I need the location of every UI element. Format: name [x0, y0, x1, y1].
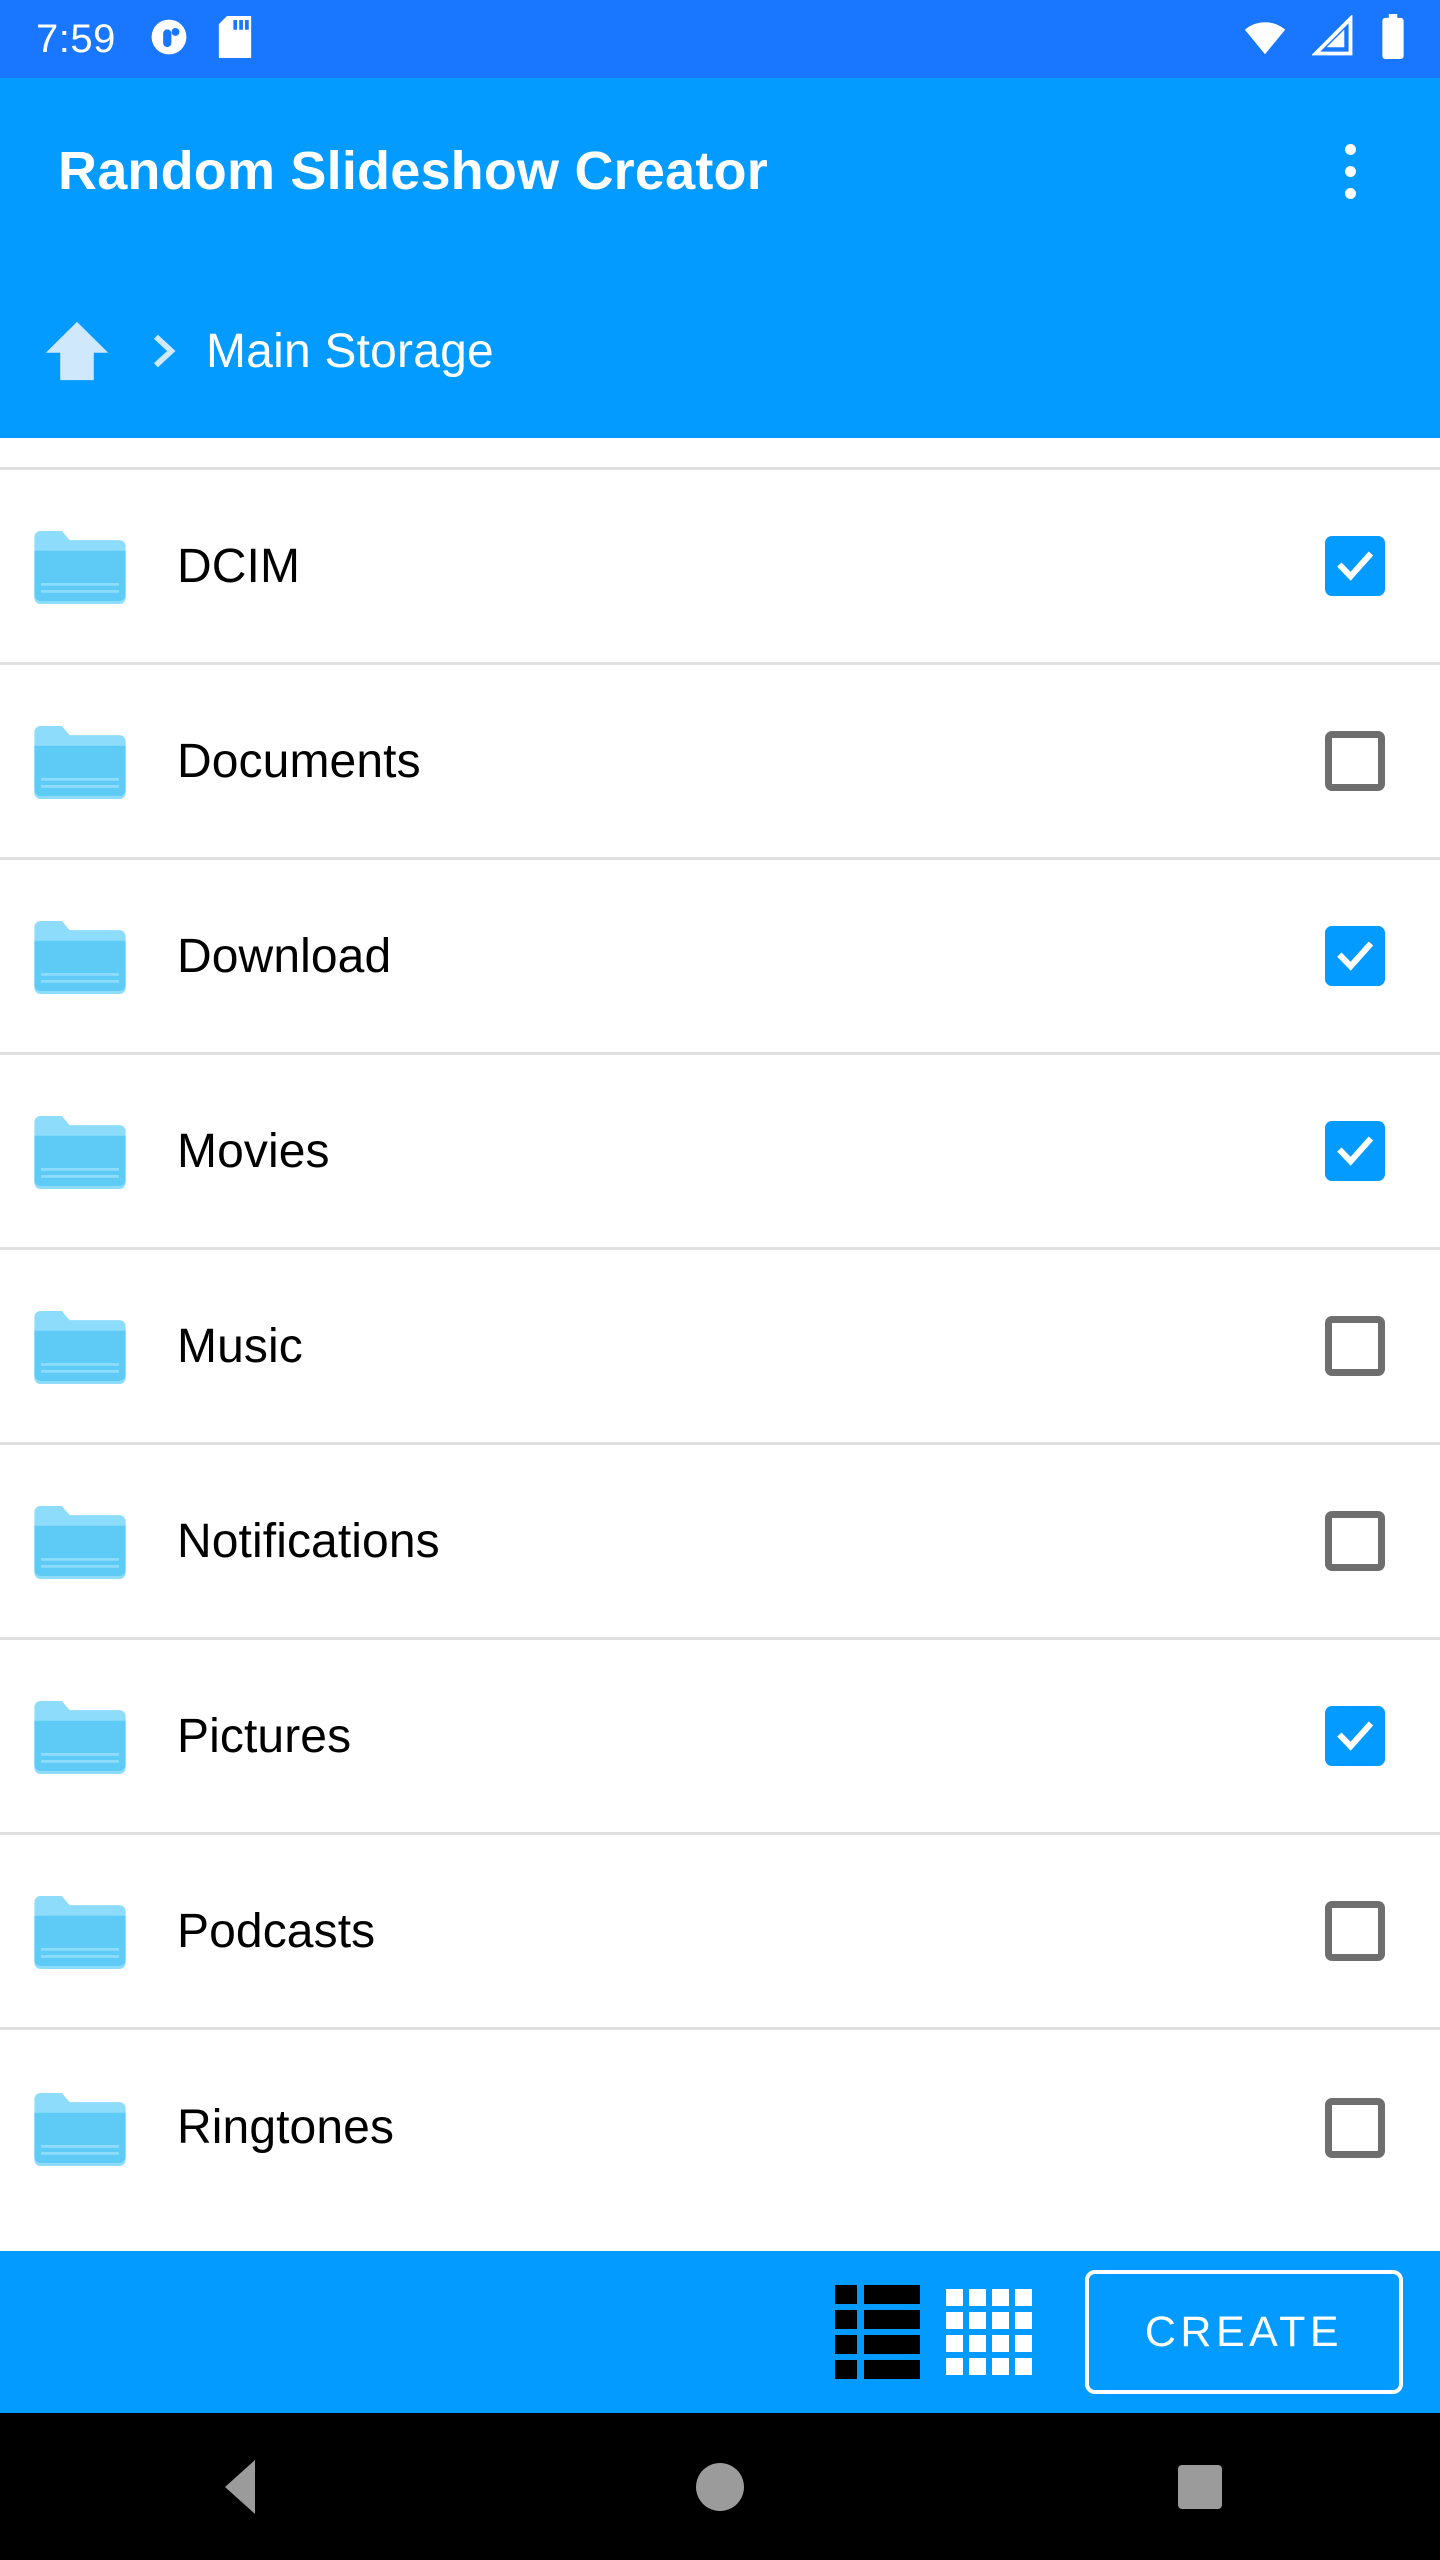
list-view-row	[834, 2310, 920, 2329]
list-view-row	[834, 2360, 920, 2379]
folder-list-item[interactable]: Movies	[0, 1055, 1440, 1250]
status-bar-clock: 7:59	[36, 17, 116, 61]
list-item-partial[interactable]	[0, 438, 1440, 470]
breadcrumb: Main Storage	[0, 264, 1440, 438]
cellular-signal-icon	[1311, 13, 1356, 64]
battery-icon	[1380, 13, 1406, 65]
grid-view-icon[interactable]	[933, 2276, 1045, 2388]
folder-icon	[0, 1698, 155, 1774]
folder-checkbox[interactable]	[1270, 731, 1440, 791]
list-view-row	[834, 2335, 920, 2354]
status-bar: 7:59	[0, 0, 1440, 78]
folder-checkbox[interactable]	[1270, 1511, 1440, 1571]
folder-icon	[0, 1893, 155, 1969]
create-button-label: CREATE	[1144, 2307, 1344, 2356]
create-button[interactable]: CREATE	[1085, 2270, 1403, 2394]
back-triangle-icon[interactable]	[165, 2413, 315, 2560]
folder-icon	[0, 528, 155, 604]
folder-icon	[0, 1503, 155, 1579]
app-notification-icon	[150, 18, 188, 61]
home-icon[interactable]	[34, 308, 120, 394]
folder-checkbox[interactable]	[1270, 536, 1440, 596]
folder-name-label: Movies	[177, 1124, 330, 1178]
folder-list-item[interactable]: Music	[0, 1250, 1440, 1445]
more-vertical-icon[interactable]	[1302, 123, 1398, 219]
checkbox-checked-icon	[1325, 1121, 1385, 1181]
folder-icon	[0, 918, 155, 994]
list-view-glyph	[834, 2285, 920, 2379]
folder-checkbox[interactable]	[1270, 2097, 1440, 2158]
folder-list-item[interactable]: DCIM	[0, 470, 1440, 665]
list-view-icon[interactable]	[821, 2276, 933, 2388]
folder-checkbox[interactable]	[1270, 1706, 1440, 1766]
wifi-icon	[1242, 14, 1288, 65]
sd-card-icon	[218, 15, 252, 63]
folder-checkbox[interactable]	[1270, 926, 1440, 986]
recents-glyph	[1178, 2464, 1222, 2509]
folder-icon	[0, 723, 155, 799]
folder-list-item[interactable]: Ringtones	[0, 2030, 1440, 2225]
folder-list-item[interactable]: Pictures	[0, 1640, 1440, 1835]
status-bar-system-icons	[1242, 13, 1406, 65]
folder-icon	[0, 2090, 155, 2166]
folder-name-label: Music	[177, 1319, 303, 1373]
breadcrumb-path-label[interactable]: Main Storage	[206, 324, 494, 379]
page-title: Random Slideshow Creator	[58, 141, 768, 201]
list-view-row	[834, 2285, 920, 2304]
home-circle-icon[interactable]	[645, 2413, 795, 2560]
overflow-dot	[1344, 143, 1356, 155]
checkbox-checked-icon	[1325, 536, 1385, 596]
folder-list[interactable]: DCIM Documents Download Movies Music Not…	[0, 438, 1440, 2251]
home-glyph	[696, 2462, 744, 2511]
android-navigation-bar	[0, 2413, 1440, 2560]
recents-square-icon[interactable]	[1125, 2413, 1275, 2560]
folder-name-label: Documents	[177, 734, 421, 788]
folder-checkbox[interactable]	[1270, 1901, 1440, 1961]
folder-list-item[interactable]: Notifications	[0, 1445, 1440, 1640]
folder-name-label: DCIM	[177, 539, 301, 593]
grid-view-glyph	[946, 2289, 1032, 2375]
folder-list-item[interactable]: Podcasts	[0, 1835, 1440, 2030]
folder-name-label: Podcasts	[177, 1904, 376, 1958]
overflow-dot	[1344, 165, 1356, 177]
checkbox-unchecked-icon	[1325, 1901, 1385, 1961]
folder-name-label: Notifications	[177, 1514, 440, 1568]
folder-name-label: Pictures	[177, 1709, 352, 1763]
folder-icon	[0, 1308, 155, 1384]
folder-name-label: Download	[177, 929, 392, 983]
overflow-dot	[1344, 187, 1356, 199]
folder-list-item[interactable]: Download	[0, 860, 1440, 1055]
folder-name-label: Ringtones	[177, 2101, 395, 2154]
app-bar: Random Slideshow Creator	[0, 78, 1440, 264]
checkbox-unchecked-icon	[1325, 731, 1385, 791]
checkbox-unchecked-icon	[1325, 1316, 1385, 1376]
back-glyph	[225, 2459, 255, 2514]
folder-list-item[interactable]: Documents	[0, 665, 1440, 860]
checkbox-unchecked-icon	[1325, 1511, 1385, 1571]
checkbox-checked-icon	[1325, 926, 1385, 986]
bottom-action-bar: CREATE	[0, 2251, 1440, 2413]
checkbox-checked-icon	[1325, 1706, 1385, 1766]
folder-icon	[0, 1113, 155, 1189]
status-bar-notification-icons	[150, 15, 252, 63]
folder-checkbox[interactable]	[1270, 1316, 1440, 1376]
phone-screen: 7:59 Random Slideshow Creator Main Stora…	[0, 0, 1440, 2560]
folder-checkbox[interactable]	[1270, 1121, 1440, 1181]
chevron-right-icon	[144, 331, 184, 371]
checkbox-unchecked-icon	[1325, 2097, 1385, 2158]
